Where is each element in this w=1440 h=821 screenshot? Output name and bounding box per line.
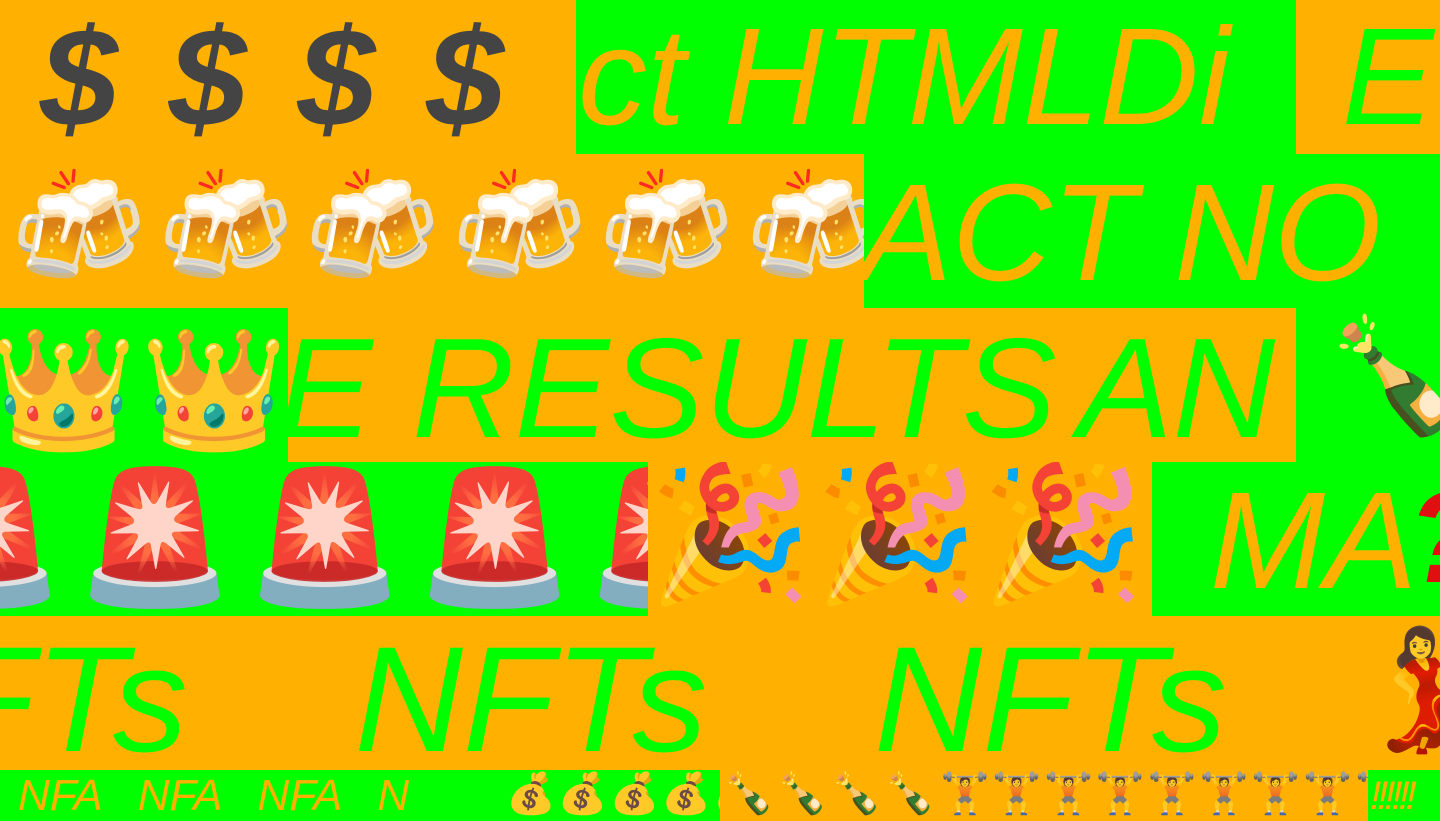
weightlifter-icons: 🏋🏋🏋🏋🏋🏋🏋🏋🏋🏋	[940, 771, 1368, 817]
champagne-bottle-icons: 🍾🍾🍾🍾🍾	[724, 771, 936, 817]
champagne-tile: 🍾	[1296, 308, 1440, 462]
champagne-icon: 🍾	[1326, 311, 1440, 441]
dancer-tile: 💃	[1368, 616, 1440, 770]
e-text: E	[1342, 0, 1435, 154]
crown-tile: 👑👑👑	[0, 308, 288, 462]
exclamation-text: !!!!!!	[1370, 774, 1417, 818]
dollar-signs: $ $ $ $	[40, 0, 511, 154]
question-mark-icon: ?	[1407, 472, 1440, 602]
e-text-tile: E	[1296, 0, 1440, 154]
beer-mugs-icons: 🍻🍻🍻🍻🍻🍻🍻	[10, 163, 864, 291]
nfa-tile: NFA NFA NFA N	[0, 770, 504, 821]
party-popper-icons: 🎉🎉🎉🎉	[648, 462, 1152, 611]
siren-tile: 🚨🚨🚨🚨🚨	[0, 462, 648, 616]
money-bag-icons: 💰💰💰💰💰	[506, 771, 720, 817]
an-text: AN	[1078, 309, 1276, 462]
ma-text-tile: MA ?	[1152, 462, 1440, 616]
html-text: ct HTMLDi	[578, 0, 1230, 154]
dollar-tile: $ $ $ $	[0, 0, 576, 154]
nfts-text: NFTs NFTs NFTs	[0, 616, 1227, 770]
ma-text: MA	[1210, 464, 1417, 616]
party-tile: 🎉🎉🎉🎉	[648, 462, 1152, 616]
bang-tile: !!!!!!	[1368, 770, 1440, 821]
lifter-tile: 🏋🏋🏋🏋🏋🏋🏋🏋🏋🏋	[936, 770, 1368, 821]
money-bag-tile: 💰💰💰💰💰	[504, 770, 720, 821]
results-text: E RESULTS	[288, 309, 1057, 462]
crown-icons: 👑👑👑	[0, 320, 288, 458]
nfa-text: NFA NFA NFA N	[18, 771, 410, 820]
act-text-tile: ACT NO	[864, 154, 1440, 308]
bottles-tile: 🍾🍾🍾🍾🍾	[720, 770, 936, 821]
beer-tile: 🍻🍻🍻🍻🍻🍻🍻	[0, 154, 864, 308]
results-text-tile: E RESULTS AN	[288, 308, 1296, 462]
dancer-icon: 💃	[1368, 630, 1440, 748]
nfts-tile: NFTs NFTs NFTs	[0, 616, 1368, 770]
siren-icons: 🚨🚨🚨🚨🚨	[0, 462, 648, 613]
act-text: ACT NO	[864, 156, 1382, 308]
html-text-tile: ct HTMLDi	[576, 0, 1296, 154]
